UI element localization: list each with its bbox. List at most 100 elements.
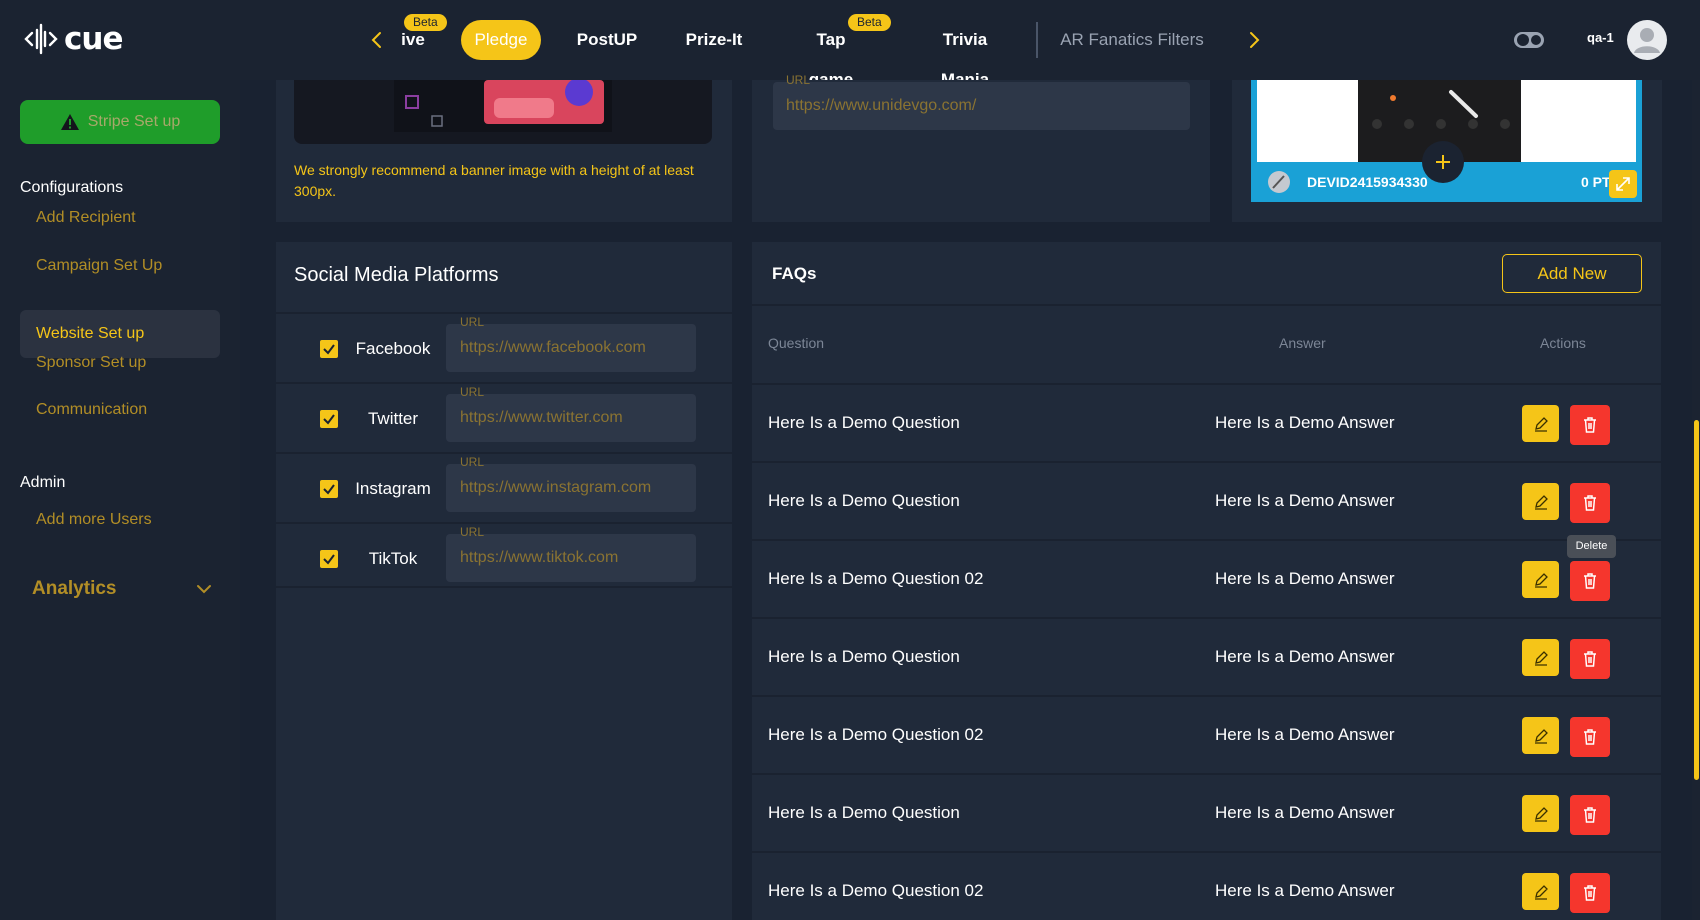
faq-question: Here Is a Demo Question 02 — [768, 725, 984, 744]
pencil-icon — [1534, 728, 1548, 744]
cue-logo-icon — [24, 23, 58, 55]
pencil-icon — [1534, 494, 1548, 510]
add-new-faq-button[interactable]: Add New — [1502, 254, 1642, 293]
nav-item-trivia-mania[interactable]: Trivia Mania — [918, 20, 1012, 89]
trash-icon — [1584, 807, 1596, 823]
faq-answer: Here Is a Demo Answer — [1215, 647, 1395, 666]
top-bar: cue Beta ive Pledge PostUP Prize-It Beta… — [0, 0, 1700, 89]
edit-faq-button[interactable] — [1522, 561, 1559, 598]
delete-faq-button[interactable] — [1570, 405, 1610, 445]
sidebar-item-add-more-users[interactable]: Add more Users — [20, 496, 220, 544]
facebook-checkbox[interactable] — [320, 340, 338, 358]
edit-faq-button[interactable] — [1522, 483, 1559, 520]
edit-faq-button[interactable] — [1522, 717, 1559, 754]
check-icon — [323, 414, 335, 425]
expand-icon — [1616, 177, 1630, 191]
nav-item-ar-fanatics-filters[interactable]: AR Fanatics Filters — [1060, 20, 1204, 60]
faq-row: Here Is a Demo Question Here Is a Demo An… — [752, 773, 1661, 851]
faq-question: Here Is a Demo Question — [768, 491, 960, 510]
faq-header-question: Question — [768, 335, 825, 351]
nav-item-postup[interactable]: PostUP — [572, 20, 642, 60]
faq-answer: Here Is a Demo Answer — [1215, 491, 1395, 510]
faq-header-actions: Actions — [1540, 335, 1586, 351]
delete-faq-button[interactable] — [1570, 639, 1610, 679]
pencil-icon — [1534, 650, 1548, 666]
social-media-title: Social Media Platforms — [294, 264, 499, 286]
trash-icon — [1584, 885, 1596, 901]
delete-faq-button[interactable] — [1570, 717, 1610, 757]
user-avatar-icon[interactable] — [1627, 20, 1667, 60]
chevron-left-icon[interactable] — [365, 26, 389, 54]
user-name[interactable]: qa-1 — [1587, 30, 1614, 45]
check-icon — [323, 344, 335, 355]
cue-logo[interactable]: cue — [24, 21, 123, 57]
sidebar: Stripe Set up Configurations Add Recipie… — [0, 80, 240, 920]
social-row-facebook: Facebook URL https://www.facebook.com — [276, 312, 732, 378]
instagram-checkbox[interactable] — [320, 480, 338, 498]
check-icon — [323, 554, 335, 565]
faq-question: Here Is a Demo Question — [768, 803, 960, 822]
warning-icon — [60, 114, 79, 130]
trash-icon — [1584, 417, 1596, 433]
logo-text: cue — [64, 21, 123, 57]
twitter-checkbox[interactable] — [320, 410, 338, 428]
sidebar-item-communication[interactable]: Communication — [20, 386, 220, 434]
tiktok-url-label: URL — [460, 525, 485, 539]
faq-row: Here Is a Demo Question 02 Here Is a Demo… — [752, 539, 1661, 617]
social-row-tiktok: TikTok URL https://www.tiktok.com — [276, 522, 732, 588]
nav-item-prize-it[interactable]: Prize-It — [680, 20, 748, 60]
edit-faq-button[interactable] — [1522, 405, 1559, 442]
edit-faq-button[interactable] — [1522, 795, 1559, 832]
sidebar-item-sponsor-setup[interactable]: Sponsor Set up — [20, 339, 220, 387]
theme-toggle-icon[interactable] — [1513, 30, 1545, 50]
sidebar-item-campaign-setup[interactable]: Campaign Set Up — [20, 242, 220, 290]
preview-add-button[interactable] — [1422, 141, 1464, 183]
faq-question: Here Is a Demo Question 02 — [768, 569, 984, 588]
nav-item-pledge[interactable]: Pledge — [461, 20, 541, 60]
faq-row: Here Is a Demo Question Here Is a Demo An… — [752, 461, 1661, 539]
nav-item-tap-game[interactable]: Tap game — [792, 20, 870, 89]
instagram-label: Instagram — [355, 479, 431, 498]
faq-question: Here Is a Demo Question — [768, 647, 960, 666]
website-url-value: https://www.unidevgo.com/ — [786, 97, 977, 114]
instagram-url-label: URL — [460, 455, 485, 469]
faq-question: Here Is a Demo Question 02 — [768, 881, 984, 900]
trash-icon — [1584, 573, 1596, 589]
delete-faq-button[interactable] — [1570, 795, 1610, 835]
chevron-right-icon[interactable] — [1242, 26, 1266, 54]
delete-tooltip: Delete — [1567, 535, 1616, 558]
nav-item-live[interactable]: ive — [400, 20, 426, 60]
tiktok-url-value: https://www.tiktok.com — [460, 549, 619, 566]
admin-heading: Admin — [20, 474, 66, 491]
delete-faq-button[interactable] — [1570, 561, 1610, 601]
twitter-label: Twitter — [367, 409, 419, 428]
pencil-icon — [1534, 572, 1548, 588]
preview-points: 0 PT — [1581, 174, 1611, 190]
social-row-twitter: Twitter URL https://www.twitter.com — [276, 382, 732, 448]
social-row-instagram: Instagram URL https://www.instagram.com — [276, 452, 732, 518]
faq-header-answer: Answer — [1279, 335, 1326, 351]
delete-faq-button[interactable] — [1570, 483, 1610, 523]
faq-row: Here Is a Demo Question Here Is a Demo An… — [752, 383, 1661, 461]
sidebar-item-add-recipient[interactable]: Add Recipient — [20, 194, 220, 242]
expand-preview-button[interactable] — [1609, 170, 1637, 198]
trash-icon — [1584, 651, 1596, 667]
facebook-url-value: https://www.facebook.com — [460, 339, 646, 356]
facebook-label: Facebook — [355, 339, 431, 358]
stripe-setup-button[interactable]: Stripe Set up — [20, 100, 220, 144]
twitter-url-label: URL — [460, 385, 485, 399]
faq-answer: Here Is a Demo Answer — [1215, 725, 1395, 744]
analytics-label: Analytics — [32, 578, 117, 599]
scrollbar-thumb[interactable] — [1694, 420, 1699, 780]
delete-faq-button[interactable] — [1570, 873, 1610, 913]
banner-image[interactable] — [294, 80, 712, 144]
faq-answer: Here Is a Demo Answer — [1215, 413, 1395, 432]
stripe-setup-label: Stripe Set up — [87, 113, 181, 130]
preview-device-id: DEVID2415934330 — [1307, 174, 1428, 190]
instagram-url-value: https://www.instagram.com — [460, 479, 652, 496]
edit-faq-button[interactable] — [1522, 639, 1559, 676]
tiktok-checkbox[interactable] — [320, 550, 338, 568]
edit-faq-button[interactable] — [1522, 873, 1559, 910]
sidebar-analytics-toggle[interactable]: Analytics — [32, 578, 212, 600]
website-url-label: URL — [786, 73, 811, 87]
